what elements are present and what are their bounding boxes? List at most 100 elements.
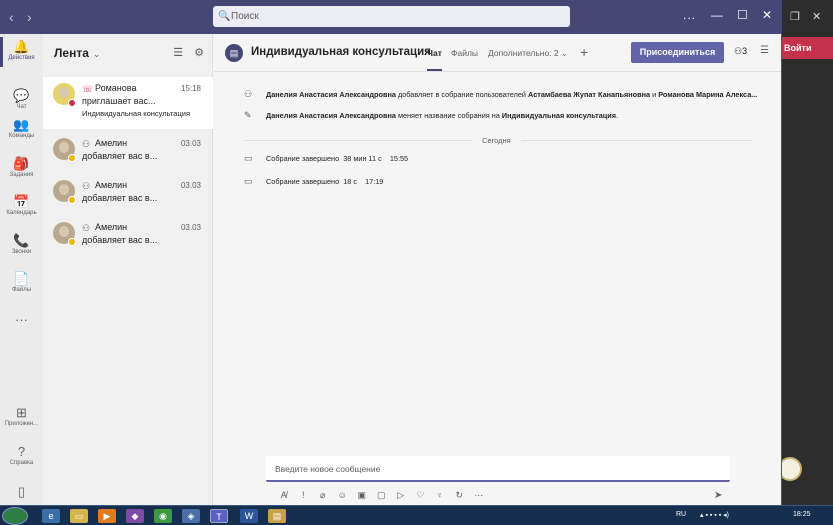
gear-icon[interactable]: ⚙ (194, 47, 204, 59)
message-join: . (616, 111, 619, 120)
apps-icon: ⊞ (16, 405, 27, 420)
feed-title[interactable]: Лента ⌄ (54, 46, 100, 60)
teams-taskbar-icon[interactable]: T (210, 509, 228, 523)
gif-icon[interactable]: ▣ (352, 490, 372, 501)
bg-restore-icon[interactable]: ❐ (790, 10, 800, 23)
composer-toolbar: A̸! ⌀ ☺ ▣ ▢ ▷ ♡ ♀ ↻ ··· (274, 490, 489, 501)
word-icon[interactable]: W (240, 509, 258, 523)
device-icon: ▯ (17, 484, 26, 499)
feed-item-time: 03.03 (180, 139, 201, 148)
message-input-placeholder: Введите новое сообщение (275, 464, 381, 474)
filter-icon[interactable]: ☰ (173, 47, 183, 59)
feed-item-name: Амелин (95, 138, 128, 148)
chevron-down-icon: ⌄ (92, 49, 101, 59)
rail-calendar[interactable]: 📅 Календарь (0, 194, 43, 216)
meeting-chat-pane: ▤ Индивидуальная консультация Чат Файлы … (214, 34, 781, 505)
idea-icon[interactable]: ♀ (430, 490, 450, 500)
meeting-time: 17:19 (365, 177, 384, 186)
participants-button[interactable]: ⚇3 (734, 46, 747, 57)
tab-more[interactable]: Дополнительно: 2 ⌄ (488, 48, 568, 59)
rail-assignments[interactable]: 🎒 Задания (0, 156, 43, 178)
praise-icon[interactable]: ♡ (411, 490, 431, 501)
sticker-icon[interactable]: ▢ (372, 490, 392, 501)
close-button[interactable]: ✕ (762, 8, 772, 22)
chrome-icon[interactable]: ◉ (154, 509, 172, 523)
forward-icon[interactable]: › (27, 9, 32, 25)
feed-title-text: Лента (54, 46, 89, 60)
pencil-icon: ✎ (244, 110, 252, 120)
search-input[interactable]: 🔍 Поиск (213, 6, 570, 27)
meeting-invite-icon: ☏ (82, 84, 94, 94)
rail-apps[interactable]: ⊞ Приложен... (0, 405, 43, 427)
back-icon[interactable]: ‹ (9, 9, 14, 25)
feed-item[interactable]: ☏ Романова приглашает вас... Индивидуаль… (43, 77, 213, 129)
vs-icon[interactable]: ◆ (126, 509, 144, 523)
send-icon[interactable]: ➤ (714, 490, 722, 501)
message-target: Астамбаева Жупат Канапьяновна (528, 90, 651, 99)
meeting-time: 15:55 (389, 154, 409, 163)
tab-files[interactable]: Файлы (451, 48, 478, 58)
add-tab-icon[interactable]: + (580, 44, 588, 60)
feed-item-time: 03.03 (180, 181, 201, 190)
phone-icon: 📞 (13, 233, 30, 248)
feed-item-time: 03.03 (180, 223, 201, 232)
rail-calls[interactable]: 📞 Звонки (0, 233, 43, 255)
feed-item-name: Амелин (95, 180, 128, 190)
files-taskbar-icon[interactable]: ▤ (268, 509, 286, 523)
status-badge (68, 154, 76, 162)
app-icon[interactable]: ◈ (182, 509, 200, 523)
explorer-icon[interactable]: ▭ (70, 509, 88, 523)
tray-icons[interactable]: ▴ ▪ ▪ ▪ ▪ ◂) (700, 511, 729, 519)
meeting-duration: 18 с (343, 177, 357, 186)
participants-count: 3 (742, 46, 748, 56)
feed-item-text: добавляет вас в... (82, 151, 158, 161)
chevron-down-icon: ⌄ (561, 48, 569, 58)
clock[interactable]: 18:25 (793, 511, 811, 518)
message-join: и (650, 90, 659, 99)
media-icon[interactable]: ▶ (98, 509, 116, 523)
rail-label: Звонки (11, 249, 32, 255)
rail-label: Приложен... (4, 421, 39, 427)
rail-device[interactable]: ▯ (0, 484, 43, 500)
tab-chat[interactable]: Чат (427, 48, 442, 58)
activity-feed: Лента ⌄ ☰ ⚙ ☏ Романова приглашает вас... … (43, 34, 213, 505)
bg-join-button[interactable]: Войти (781, 37, 833, 59)
start-button[interactable] (2, 507, 28, 525)
background-window: ❐ ✕ (780, 0, 833, 505)
calendar-icon: 📅 (13, 194, 30, 209)
feed-item-text: добавляет вас в... (82, 193, 158, 203)
status-badge (68, 99, 76, 107)
rail-activity[interactable]: 🔔 Действия (0, 39, 43, 61)
active-tab-indicator (427, 69, 442, 71)
language-indicator[interactable]: RU (676, 511, 686, 518)
more-options-icon[interactable]: ... (683, 8, 696, 22)
message-input[interactable]: Введите новое сообщение (266, 456, 730, 482)
rail-teams[interactable]: 👥 Команды (0, 117, 43, 139)
bg-close-icon[interactable]: ✕ (812, 10, 821, 23)
attach-icon[interactable]: ⌀ (313, 490, 333, 501)
important-icon[interactable]: ! (294, 490, 314, 500)
feed-item-name: Амелин (95, 222, 128, 232)
minimize-button[interactable]: — (711, 8, 723, 22)
maximize-button[interactable]: ☐ (737, 8, 748, 22)
ie-icon[interactable]: e (42, 509, 60, 523)
feed-item[interactable]: ⚇ Амелин добавляет вас в... 03.03 (43, 216, 213, 268)
rail-chat[interactable]: 💬 Чат (0, 88, 43, 110)
add-person-icon: ⚇ (244, 89, 253, 99)
feed-item-subtext: Индивидуальная консультация (82, 109, 191, 118)
rail-label: Команды (8, 133, 35, 139)
rail-more[interactable]: ··· (0, 312, 43, 328)
rail-help[interactable]: ? Справка (0, 444, 43, 466)
meet-now-icon[interactable]: ▷ (391, 490, 411, 501)
join-button[interactable]: Присоединиться (631, 42, 724, 63)
list-icon[interactable]: ☰ (760, 45, 769, 56)
rail-files[interactable]: 📄 Файлы (0, 271, 43, 293)
more-icon[interactable]: ··· (469, 490, 489, 500)
page-title: Индивидуальная консультация (251, 46, 431, 58)
status-badge (68, 238, 76, 246)
emoji-icon[interactable]: ☺ (333, 490, 353, 500)
loop-icon[interactable]: ↻ (450, 490, 470, 501)
rail-label: Справка (9, 460, 34, 466)
feed-item-time: 15:18 (180, 84, 201, 93)
format-icon[interactable]: A̸ (274, 490, 294, 500)
